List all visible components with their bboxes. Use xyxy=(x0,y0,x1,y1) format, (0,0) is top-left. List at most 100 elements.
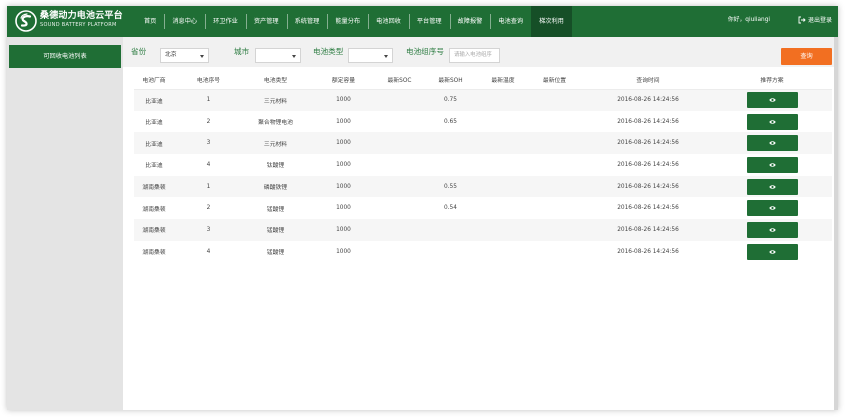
brand: 桑德动力电池云平台 SOUND BATTERY PLATFORM xyxy=(40,11,123,29)
city-select[interactable] xyxy=(255,48,301,63)
table-cell: 1 xyxy=(174,175,243,198)
eye-icon xyxy=(768,119,776,124)
battery-type-label: 电池类型 xyxy=(313,47,344,56)
table-cell: 1000 xyxy=(308,89,379,111)
table-cell xyxy=(525,154,584,176)
province-label: 省份 xyxy=(131,47,147,56)
nav-item[interactable]: 首页 xyxy=(136,6,164,37)
table-cell: 湖南桑顿 xyxy=(142,250,166,257)
column-header: 电池序号 xyxy=(174,70,243,90)
battery-type-select[interactable] xyxy=(348,48,393,63)
table-cell xyxy=(481,89,525,111)
table-cell xyxy=(481,175,525,198)
nav-item[interactable]: 梯次利用 xyxy=(531,6,572,37)
table-row: 湖南桑顿 1 磷酸铁锂 1000 0.55 2016-08-26 14:24:56 xyxy=(134,175,832,198)
table-cell: 2 xyxy=(206,205,211,212)
table-cell: 2016-08-26 14:24:56 xyxy=(584,89,712,111)
table-cell: 1000 xyxy=(336,161,351,168)
table-row: 比亚迪 2 聚合物锂电池 1000 0.65 2016-08-26 14:24:56 xyxy=(134,111,832,133)
table-cell: 0.75 xyxy=(420,89,481,111)
eye-icon xyxy=(768,98,776,102)
nav-item[interactable]: 系统管理 xyxy=(286,6,328,37)
table-cell: 湖南桑顿 xyxy=(134,219,174,241)
brand-subtitle: SOUND BATTERY PLATFORM xyxy=(40,22,117,28)
logout-icon xyxy=(798,16,806,23)
table-cell-action xyxy=(712,132,832,155)
table-cell: 湖南桑顿 xyxy=(134,175,174,198)
eye-icon xyxy=(768,249,776,254)
table-row: 比亚迪 3 三元材料 1000 2016-08-26 14:24:56 xyxy=(134,132,832,155)
logo-icon xyxy=(15,10,37,32)
table-cell: 1000 xyxy=(336,205,351,212)
logout-label: 退出登录 xyxy=(807,17,832,24)
nav-item[interactable]: 环卫作业 xyxy=(205,6,246,37)
sidebar: 可回收电池列表 xyxy=(7,37,123,410)
column-header: 额定容量 xyxy=(308,70,379,90)
nav-item[interactable]: 消息中心 xyxy=(164,6,205,37)
nav-item[interactable]: 电池回收 xyxy=(368,6,409,37)
table-cell xyxy=(525,132,584,155)
column-header: 最新SOH xyxy=(420,70,481,90)
column-header: 电池厂商 xyxy=(134,70,174,90)
table-cell: 2016-08-26 14:24:56 xyxy=(584,132,712,155)
eye-icon xyxy=(768,141,776,146)
table-cell: 比亚迪 xyxy=(145,163,163,170)
column-header: 最新温度 xyxy=(481,70,525,90)
view-recommendation-button[interactable] xyxy=(746,135,798,152)
table-cell: 聚合物锂电池 xyxy=(258,120,293,127)
column-header: 推荐方案 xyxy=(712,70,832,90)
table-cell: 钛酸锂 xyxy=(266,163,285,170)
table-cell: 2016-08-26 14:24:56 xyxy=(617,248,679,255)
eye-icon xyxy=(768,184,776,189)
battery-group-input[interactable]: 请输入电池组序 xyxy=(449,48,500,63)
view-recommendation-button[interactable] xyxy=(746,113,798,130)
view-recommendation-button[interactable] xyxy=(746,178,798,195)
table-cell: 1 xyxy=(174,89,243,111)
table-row: 湖南桑顿 4 锰酸锂 1000 2016-08-26 14:24:56 xyxy=(134,241,832,263)
table-cell-action xyxy=(712,175,832,198)
table-cell: 锰酸锂 xyxy=(266,250,285,257)
logout-button[interactable]: 退出登录 xyxy=(798,15,832,24)
table-cell xyxy=(481,132,525,155)
table-cell xyxy=(379,175,420,198)
table-cell: 3 xyxy=(174,132,243,155)
table-cell: 三元材料 xyxy=(243,132,308,155)
chevron-down-icon xyxy=(384,55,388,58)
view-recommendation-button[interactable] xyxy=(746,156,798,173)
table-cell: 比亚迪 xyxy=(134,132,174,155)
sidebar-item-recyclable-battery-list[interactable]: 可回收电池列表 xyxy=(9,45,121,68)
table-cell xyxy=(420,132,481,155)
top-navbar: 桑德动力电池云平台 SOUND BATTERY PLATFORM 首页 消息中心环… xyxy=(7,6,838,37)
view-recommendation-button[interactable] xyxy=(746,92,798,109)
table-cell-action xyxy=(712,89,832,111)
view-recommendation-button[interactable] xyxy=(746,200,798,217)
table-body: 比亚迪 1 三元材料 1000 0.75 2016-08-26 14:24:56 比亚迪 2 聚… xyxy=(134,89,832,263)
table-cell xyxy=(525,219,584,241)
eye-icon xyxy=(768,206,776,211)
table-cell xyxy=(379,219,420,241)
table-cell xyxy=(481,154,525,176)
user-greeting: 你好，qiuliangi xyxy=(727,17,770,23)
nav-item[interactable]: 故障报警 xyxy=(449,6,491,37)
nav-item[interactable]: 电池查询 xyxy=(490,6,531,37)
table-cell: 4 xyxy=(206,161,211,168)
battery-table: 电池厂商 电池序号 电池类型 额定容量 最新SOC 最新SOH 最新温度 最新位置 查询时间 推荐… xyxy=(134,70,832,263)
nav-item[interactable]: 能量分布 xyxy=(327,6,368,37)
view-recommendation-button[interactable] xyxy=(746,243,798,260)
table-cell xyxy=(379,154,420,176)
table-cell xyxy=(525,89,584,111)
nav-item[interactable]: 平台管理 xyxy=(408,6,450,37)
nav-item[interactable]: 资产管理 xyxy=(245,6,287,37)
battery-group-label: 电池组序号 xyxy=(406,47,444,56)
table-cell: 磷酸铁锂 xyxy=(243,175,308,198)
table-row: 湖南桑顿 2 锰酸锂 1000 0.54 2016-08-26 14:24:56 xyxy=(134,197,832,219)
table-cell xyxy=(481,197,525,219)
main-content: 省份 北京 城市 电池类型 电池组序号 请输入电池组序 查询 电池厂商 电池序号… xyxy=(123,37,838,410)
query-button[interactable]: 查询 xyxy=(781,48,832,65)
province-select[interactable]: 北京 xyxy=(160,48,209,63)
view-recommendation-button[interactable] xyxy=(746,221,798,238)
table-cell xyxy=(379,111,420,133)
brand-title: 桑德动力电池云平台 xyxy=(40,11,123,21)
table-cell xyxy=(525,175,584,198)
app-window: 桑德动力电池云平台 SOUND BATTERY PLATFORM 首页 消息中心环… xyxy=(7,6,838,410)
